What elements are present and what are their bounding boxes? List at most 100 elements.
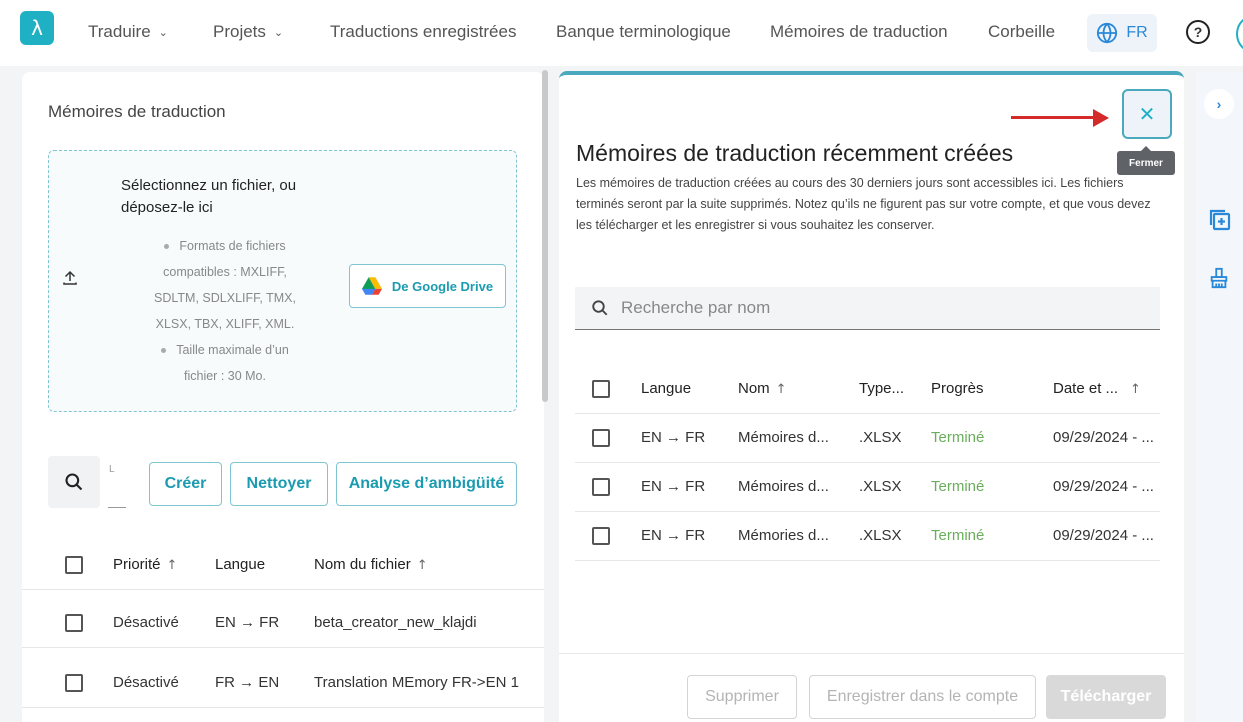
- close-icon: ✕: [1138, 102, 1156, 126]
- row-name: Mémoires d...: [738, 478, 829, 495]
- avatar[interactable]: [1236, 14, 1243, 54]
- row-date: 09/29/2024 - ...: [1053, 429, 1154, 446]
- select-all-checkbox[interactable]: [65, 556, 83, 574]
- nav-translation-memories[interactable]: Mémoires de traduction: [770, 22, 948, 42]
- row-name: Mémoires d...: [738, 429, 829, 446]
- col-priority-label: Priorité: [113, 556, 161, 573]
- table-header: Priorité ↑ Langue Nom du fichier ↑: [22, 540, 544, 590]
- col-type[interactable]: Type...: [859, 380, 904, 397]
- row-checkbox[interactable]: [592, 478, 610, 496]
- row-language: EN → FR: [641, 527, 706, 544]
- clean-button[interactable]: Nettoyer: [230, 462, 328, 506]
- sort-arrow-icon: ↑: [775, 382, 787, 397]
- col-priority[interactable]: Priorité ↑: [113, 556, 177, 573]
- create-button[interactable]: Créer: [149, 462, 222, 506]
- dropzone-heading: Sélectionnez un fichier, ou déposez-le i…: [121, 177, 297, 216]
- row-name: Mémories d...: [738, 527, 829, 544]
- col-name-label: Nom: [738, 380, 770, 397]
- save-to-account-button[interactable]: Enregistrer dans le compte: [809, 675, 1036, 719]
- col-date[interactable]: Date et ... ↑: [1053, 380, 1141, 397]
- nav-translate-label: Traduire: [88, 22, 151, 41]
- table-row[interactable]: EN → FR Mémoires d... .XLSX Terminé 09/2…: [575, 414, 1160, 463]
- file-dropzone[interactable]: Sélectionnez un fichier, ou déposez-le i…: [48, 150, 517, 412]
- search-input[interactable]: L: [108, 460, 126, 508]
- nav-projects[interactable]: Projets ⌄: [213, 22, 283, 42]
- page-title: Mémoires de traduction: [48, 102, 226, 121]
- chevron-down-icon: ⌄: [273, 25, 284, 39]
- row-date: 09/29/2024 - ...: [1053, 478, 1154, 495]
- row-language: EN → FR: [641, 478, 706, 495]
- row-language: EN → FR: [641, 429, 706, 446]
- col-filename[interactable]: Nom du fichier ↑: [314, 556, 428, 573]
- search-icon: [592, 300, 608, 316]
- panel-footer: Supprimer Enregistrer dans le compte Tél…: [559, 653, 1184, 722]
- google-drive-label: De Google Drive: [391, 278, 494, 294]
- row-type: .XLSX: [859, 429, 902, 446]
- row-language: FR → EN: [215, 674, 280, 691]
- col-filename-label: Nom du fichier: [314, 556, 411, 573]
- ambiguity-analysis-button[interactable]: Analyse d’ambigüité: [336, 462, 517, 506]
- google-drive-icon: [361, 277, 382, 295]
- sort-arrow-icon: ↑: [1130, 382, 1141, 397]
- search-placeholder: Recherche par nom: [621, 298, 771, 317]
- row-priority: Désactivé: [113, 614, 179, 631]
- row-filename: beta_creator_new_klajdi: [314, 614, 477, 631]
- search-icon: [65, 473, 83, 491]
- col-language[interactable]: Langue: [215, 556, 265, 573]
- chevron-down-icon: ⌄: [158, 25, 168, 39]
- row-type: .XLSX: [859, 478, 902, 495]
- table-row[interactable]: EN → FR Mémoires d... .XLSX Terminé 09/2…: [575, 463, 1160, 512]
- row-progress: Terminé: [931, 478, 985, 495]
- row-type: .XLSX: [859, 527, 902, 544]
- row-priority: Désactivé: [113, 674, 179, 691]
- row-filename: Translation MEmory FR->EN 1: [314, 674, 519, 691]
- row-progress: Terminé: [931, 527, 985, 544]
- download-button[interactable]: Télécharger: [1046, 675, 1166, 719]
- language-selector[interactable]: FR: [1087, 14, 1157, 52]
- table-row[interactable]: Désactivé FR → EN Translation MEmory FR-…: [22, 658, 544, 708]
- row-checkbox[interactable]: [65, 674, 83, 692]
- panel-description: Les mémoires de traduction créées au cou…: [576, 176, 1151, 232]
- nav-translate[interactable]: Traduire ⌄: [88, 22, 168, 42]
- table-row[interactable]: Désactivé EN → FR beta_creator_new_klajd…: [22, 598, 544, 648]
- row-language: EN → FR: [215, 614, 280, 631]
- dropzone-requirements: Formats de fichiers compatibles : MXLIFF…: [145, 233, 305, 389]
- nav-projects-label: Projets: [213, 22, 266, 41]
- select-all-checkbox[interactable]: [592, 380, 610, 398]
- chevron-right-icon[interactable]: ›: [1204, 89, 1234, 119]
- nav-trash[interactable]: Corbeille: [988, 22, 1055, 42]
- left-scrollbar[interactable]: [542, 70, 548, 402]
- col-name[interactable]: Nom ↑: [738, 380, 787, 397]
- close-button[interactable]: ✕: [1122, 89, 1172, 139]
- table-row[interactable]: EN → FR Mémories d... .XLSX Terminé 09/2…: [575, 512, 1160, 561]
- table-header: Langue Nom ↑ Type... Progrès Date et ... ↑: [575, 365, 1160, 414]
- google-drive-button[interactable]: De Google Drive: [349, 264, 506, 308]
- sort-arrow-icon: ↑: [416, 558, 428, 573]
- help-icon[interactable]: ?: [1186, 20, 1210, 44]
- annotation-arrow-head: [1093, 109, 1109, 127]
- search-button[interactable]: [48, 456, 100, 508]
- app-logo[interactable]: λ: [20, 11, 54, 45]
- upload-icon: [61, 269, 79, 292]
- nav-saved-translations[interactable]: Traductions enregistrées: [330, 22, 516, 42]
- globe-icon: [1097, 22, 1118, 44]
- right-rail: ›: [1196, 72, 1243, 722]
- close-tooltip: Fermer: [1117, 146, 1175, 175]
- col-language[interactable]: Langue: [641, 380, 691, 397]
- add-box-icon[interactable]: [1208, 208, 1232, 238]
- col-progress[interactable]: Progrès: [931, 380, 984, 397]
- row-checkbox[interactable]: [592, 527, 610, 545]
- row-progress: Terminé: [931, 429, 985, 446]
- search-field[interactable]: Recherche par nom: [575, 287, 1160, 330]
- delete-button[interactable]: Supprimer: [687, 675, 797, 719]
- memories-panel: Mémoires de traduction Sélectionnez un f…: [22, 72, 544, 722]
- annotation-arrow: [1011, 116, 1097, 119]
- col-date-label: Date et ...: [1053, 380, 1119, 397]
- row-date: 09/29/2024 - ...: [1053, 527, 1154, 544]
- nav-term-bank[interactable]: Banque terminologique: [556, 22, 731, 42]
- broom-icon[interactable]: [1208, 267, 1230, 295]
- row-checkbox[interactable]: [65, 614, 83, 632]
- row-checkbox[interactable]: [592, 429, 610, 447]
- top-nav: λ Traduire ⌄ Projets ⌄ Traductions enreg…: [0, 0, 1243, 66]
- sort-arrow-icon: ↑: [166, 558, 178, 573]
